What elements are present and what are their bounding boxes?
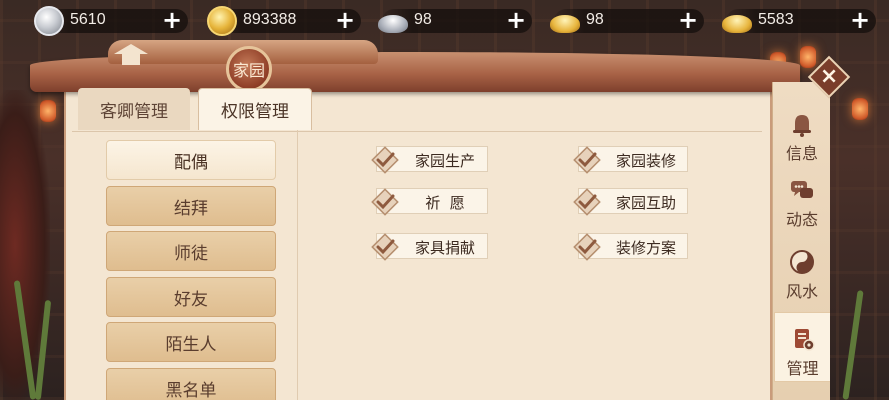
add-silver-coin-button[interactable]: + bbox=[160, 8, 184, 33]
scroll-gear-icon bbox=[788, 325, 818, 353]
resource-gold-ingot-stack: 5583 + bbox=[722, 8, 876, 33]
gold-ingot-icon bbox=[550, 6, 580, 36]
tab-guest-management[interactable]: 客卿管理 bbox=[78, 88, 190, 130]
side-tab-info[interactable]: 信息 bbox=[774, 100, 830, 166]
permission-label: 家园互助 bbox=[615, 194, 676, 212]
add-gold-coin-button[interactable]: + bbox=[333, 8, 357, 33]
permission-checkbox[interactable]: 家具捐献 bbox=[371, 233, 488, 261]
permission-checkbox[interactable]: 装修方案 bbox=[573, 233, 688, 261]
resource-value: 893388 bbox=[243, 11, 297, 28]
relation-item-spouse[interactable]: 配偶 bbox=[106, 140, 276, 180]
check-icon bbox=[573, 146, 601, 174]
check-icon bbox=[371, 233, 399, 261]
permission-checkbox[interactable]: 祈 愿 bbox=[371, 188, 488, 216]
silver-ingot-icon bbox=[378, 6, 408, 36]
permission-label: 家园生产 bbox=[414, 152, 475, 170]
side-tab-label: 信息 bbox=[785, 144, 818, 163]
relation-item-stranger[interactable]: 陌生人 bbox=[106, 322, 276, 362]
permission-label: 家具捐献 bbox=[414, 239, 475, 257]
chat-icon bbox=[787, 176, 817, 204]
permission-label: 祈 愿 bbox=[425, 194, 465, 212]
tab-bar: 客卿管理 权限管理 bbox=[72, 88, 762, 132]
relation-item-mentor[interactable]: 师徒 bbox=[106, 231, 276, 271]
add-gold-ingot-stack-button[interactable]: + bbox=[848, 8, 872, 33]
lantern-decoration bbox=[800, 46, 816, 68]
resource-value: 98 bbox=[414, 11, 432, 28]
permission-checkbox[interactable]: 家园装修 bbox=[573, 146, 688, 174]
side-tab-fengshui[interactable]: 风水 bbox=[774, 238, 830, 304]
tab-permission-management[interactable]: 权限管理 bbox=[198, 88, 312, 130]
lantern-decoration bbox=[852, 98, 868, 120]
permission-checkbox[interactable]: 家园生产 bbox=[371, 146, 488, 174]
side-tab-label: 风水 bbox=[785, 282, 818, 301]
pavilion-icon bbox=[114, 38, 148, 68]
side-tab-label: 动态 bbox=[785, 210, 818, 229]
page-title: 家园 bbox=[226, 46, 272, 92]
check-icon bbox=[371, 146, 399, 174]
resource-gold-ingot: 98 + bbox=[550, 8, 704, 33]
side-tab-label: 管理 bbox=[786, 359, 819, 378]
relation-list: 配偶 结拜 师徒 好友 陌生人 黑名单 bbox=[84, 130, 298, 400]
resource-silver-ingot: 98 + bbox=[378, 8, 532, 33]
resource-gold-coin: 893388 + bbox=[207, 6, 361, 36]
relation-item-blacklist[interactable]: 黑名单 bbox=[106, 368, 276, 400]
check-icon bbox=[371, 188, 399, 216]
side-tab-manage[interactable]: 管理 bbox=[774, 312, 830, 382]
resource-value: 98 bbox=[586, 11, 604, 28]
permission-label: 家园装修 bbox=[615, 152, 676, 170]
lantern-decoration bbox=[40, 100, 56, 122]
add-gold-ingot-button[interactable]: + bbox=[676, 8, 700, 33]
permission-checkbox[interactable]: 家园互助 bbox=[573, 188, 688, 216]
gold-ingot-stack-icon bbox=[722, 6, 752, 36]
side-tab-activity[interactable]: 动态 bbox=[774, 166, 830, 232]
add-silver-ingot-button[interactable]: + bbox=[504, 8, 528, 33]
permission-label: 装修方案 bbox=[615, 239, 676, 257]
yin-yang-icon bbox=[787, 248, 817, 276]
check-icon bbox=[573, 233, 601, 261]
silver-coin-icon bbox=[34, 6, 64, 36]
close-icon: × bbox=[819, 64, 839, 89]
gold-coin-icon bbox=[207, 6, 237, 36]
resource-value: 5610 bbox=[70, 11, 106, 28]
resource-silver-coin: 5610 + bbox=[34, 6, 188, 36]
relation-item-friend[interactable]: 好友 bbox=[106, 277, 276, 317]
resource-value: 5583 bbox=[758, 11, 794, 28]
relation-item-sworn[interactable]: 结拜 bbox=[106, 186, 276, 226]
check-icon bbox=[573, 188, 601, 216]
bell-icon bbox=[787, 110, 817, 138]
